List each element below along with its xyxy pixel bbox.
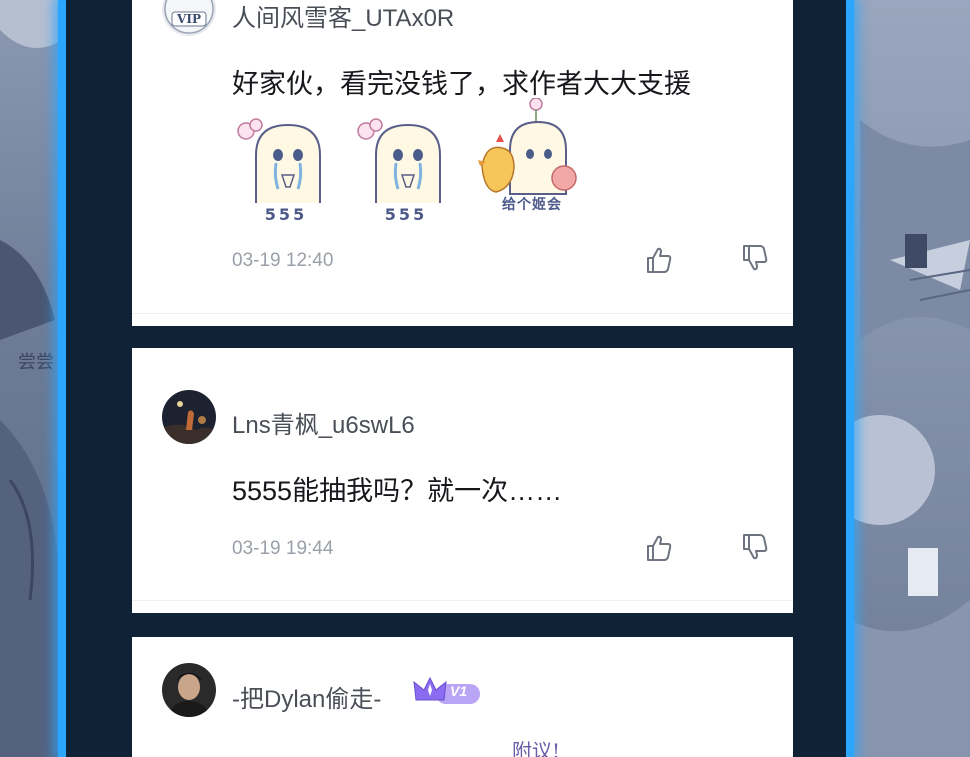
right-artwork <box>850 120 970 757</box>
portrait-avatar-icon <box>162 663 216 717</box>
crown-badge-icon <box>413 676 480 704</box>
comment-card: Lns青枫_u6swL6 5555能抽我吗？就一次…… 03-19 19:44 <box>132 348 793 613</box>
thumb-up-icon[interactable] <box>644 245 674 275</box>
sticker-label: 给个姬会 <box>502 197 562 213</box>
comment-timestamp: 03-19 12:40 <box>232 250 334 271</box>
right-glow-border <box>846 0 854 757</box>
night-scene-avatar-icon <box>162 390 216 444</box>
chick-sticker-art <box>478 97 577 195</box>
comment-username[interactable]: Lns青枫_u6swL6 <box>232 405 415 440</box>
sticker-label: 555 <box>384 205 428 224</box>
thumb-down-icon[interactable] <box>740 532 770 562</box>
avatar[interactable] <box>162 390 216 444</box>
right-artwork-panel <box>850 0 970 757</box>
comment-text-partial: 附议! <box>512 739 561 757</box>
crying-ghost-sticker: 555 <box>232 115 340 224</box>
left-glow-border <box>58 0 66 757</box>
ghost-sticker-art <box>237 118 321 203</box>
avatar[interactable] <box>162 663 216 717</box>
comment-timestamp: 03-19 19:44 <box>232 538 334 559</box>
divider <box>132 600 793 601</box>
thumb-down-icon[interactable] <box>740 243 770 273</box>
level-badge-label: V1 <box>450 683 468 699</box>
vip-avatar-label: VIP <box>177 12 201 26</box>
ghost-sticker-art <box>357 118 441 203</box>
comment-feed-page: 尝尝 VIP 人间风雪客_UTAx0R 好家伙，看完没钱了，求作者大大支援 55… <box>0 0 970 757</box>
thumb-up-icon[interactable] <box>644 533 674 563</box>
comment-card: VIP 人间风雪客_UTAx0R 好家伙，看完没钱了，求作者大大支援 555 5… <box>132 0 793 326</box>
left-artwork-panel: 尝尝 <box>0 0 62 757</box>
sticker-label: 555 <box>264 205 308 224</box>
comment-username[interactable]: 人间风雪客_UTAx0R <box>232 0 454 33</box>
level-badge: V1 <box>412 674 482 708</box>
svg-text:尝尝: 尝尝 <box>18 352 54 373</box>
comment-username[interactable]: -把Dylan偷走- <box>232 679 381 714</box>
divider <box>132 313 793 314</box>
left-artwork: 尝尝 <box>0 0 62 757</box>
comment-text: 5555能抽我吗？就一次…… <box>232 476 563 506</box>
comment-text: 好家伙，看完没钱了，求作者大大支援 <box>232 69 691 99</box>
chicken-chick-sticker: 给个姬会 <box>478 97 586 218</box>
crying-ghost-sticker: 555 <box>352 115 460 224</box>
